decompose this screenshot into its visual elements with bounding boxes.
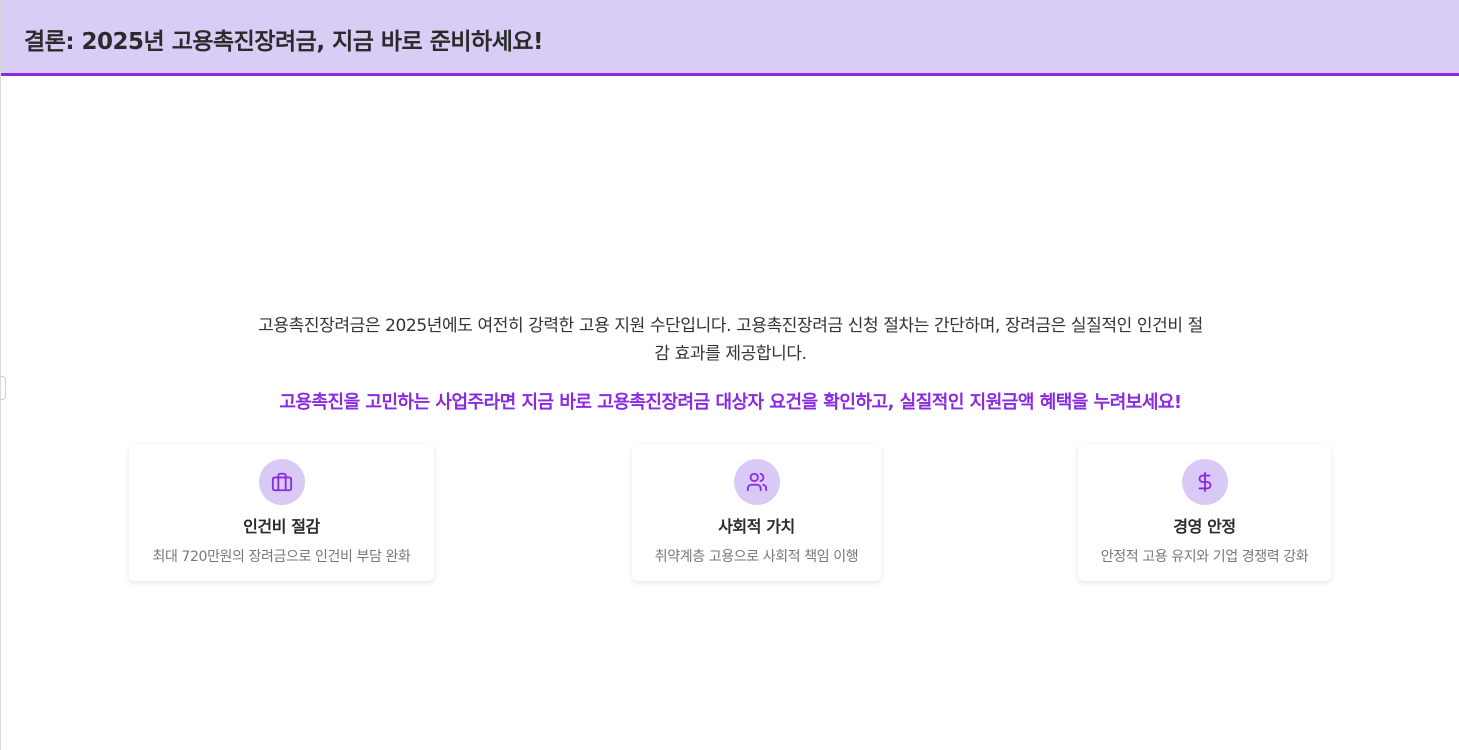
section-header: 결론: 2025년 고용촉진장려금, 지금 바로 준비하세요! bbox=[1, 0, 1459, 76]
card-title: 인건비 절감 bbox=[243, 517, 320, 536]
benefit-card-labor-cost: 인건비 절감 최대 720만원의 장려금으로 인건비 부담 완화 bbox=[129, 444, 434, 581]
card-description: 최대 720만원의 장려금으로 인건비 부담 완화 bbox=[152, 549, 411, 565]
dollar-icon bbox=[1181, 459, 1228, 505]
call-to-action-text: 고용촉진을 고민하는 사업주라면 지금 바로 고용촉진장려금 대상자 요건을 확… bbox=[279, 392, 1182, 413]
benefit-card-social-value: 사회적 가치 취약계층 고용으로 사회적 책임 이행 bbox=[632, 444, 881, 581]
card-title: 경영 안정 bbox=[1173, 517, 1236, 536]
card-description: 취약계층 고용으로 사회적 책임 이행 bbox=[654, 549, 859, 565]
summary-paragraph: 고용촉진장려금은 2025년에도 여전히 강력한 고용 지원 수단입니다. 고용… bbox=[201, 312, 1260, 368]
briefcase-icon bbox=[258, 459, 305, 505]
card-description: 안정적 고용 유지와 기업 경쟁력 강화 bbox=[1100, 549, 1309, 565]
users-icon bbox=[733, 459, 780, 505]
summary-line-2: 감 효과를 제공합니다. bbox=[654, 344, 807, 364]
benefit-card-business-stability: 경영 안정 안정적 고용 유지와 기업 경쟁력 강화 bbox=[1078, 444, 1331, 581]
page-frame: 결론: 2025년 고용촉진장려금, 지금 바로 준비하세요! 고용촉진장려금은… bbox=[0, 0, 1459, 750]
section-title: 결론: 2025년 고용촉진장려금, 지금 바로 준비하세요! bbox=[24, 29, 544, 55]
side-handle[interactable] bbox=[1, 376, 6, 400]
summary-line-1: 고용촉진장려금은 2025년에도 여전히 강력한 고용 지원 수단입니다. 고용… bbox=[258, 316, 1203, 336]
card-title: 사회적 가치 bbox=[718, 517, 795, 536]
